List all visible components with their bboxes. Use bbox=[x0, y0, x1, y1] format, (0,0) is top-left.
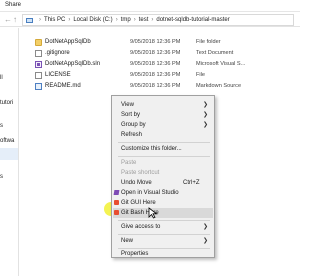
visual-studio-icon bbox=[113, 190, 120, 195]
chevron-right-icon: ❯ bbox=[202, 112, 208, 118]
menu-item-view[interactable]: View ❯ bbox=[113, 100, 213, 110]
menu-item-git-gui[interactable]: Git GUI Here bbox=[113, 198, 213, 208]
navigation-bar: ← ↑ › This PC › Local Disk (C:) › tmp › … bbox=[0, 13, 300, 27]
file-row[interactable]: README.md 9/05/2018 12:36 PM Markdown So… bbox=[20, 82, 300, 92]
markdown-icon bbox=[35, 83, 42, 90]
file-name: README.md bbox=[45, 83, 81, 89]
file-row[interactable]: LICENSE 9/05/2018 12:36 PM File bbox=[20, 71, 300, 81]
nav-item-fragment[interactable]: s bbox=[0, 174, 3, 180]
navigation-pane: ll tutori s oftwa s bbox=[0, 28, 19, 276]
up-arrow-icon[interactable]: ↑ bbox=[13, 15, 17, 25]
file-type: Text Document bbox=[196, 50, 234, 56]
git-icon bbox=[114, 210, 119, 215]
menu-separator bbox=[118, 220, 210, 221]
ribbon: Share bbox=[0, 0, 300, 12]
menu-item-paste[interactable]: Paste bbox=[113, 158, 213, 168]
menu-item-sort-by[interactable]: Sort by ❯ bbox=[113, 110, 213, 120]
pointer-cursor-icon bbox=[148, 207, 158, 219]
nav-item-fragment[interactable]: s bbox=[0, 123, 3, 129]
chevron-right-icon: ❯ bbox=[202, 122, 208, 128]
file-type: Microsoft Visual S... bbox=[196, 61, 246, 67]
file-date: 9/05/2018 12:36 PM bbox=[130, 83, 181, 89]
menu-item-group-by[interactable]: Group by ❯ bbox=[113, 120, 213, 130]
file-icon bbox=[35, 50, 42, 57]
breadcrumb-current-folder[interactable]: dotnet-sqldb-tutorial-master bbox=[156, 17, 229, 23]
menu-item-new[interactable]: New ❯ bbox=[113, 236, 213, 246]
menu-item-give-access[interactable]: Give access to ❯ bbox=[113, 222, 213, 232]
menu-item-refresh[interactable]: Refresh bbox=[113, 130, 213, 140]
git-icon bbox=[114, 200, 119, 205]
file-name: LICENSE bbox=[45, 72, 71, 78]
breadcrumb-test[interactable]: test bbox=[139, 17, 149, 23]
file-type: File bbox=[196, 72, 206, 78]
chevron-right-icon: ❯ bbox=[202, 224, 208, 230]
nav-item-fragment[interactable]: oftwa bbox=[0, 138, 14, 144]
breadcrumb-tmp[interactable]: tmp bbox=[121, 17, 131, 23]
menu-item-customize[interactable]: Customize this folder... bbox=[113, 144, 213, 154]
back-arrow-icon[interactable]: ← bbox=[4, 15, 12, 25]
menu-separator bbox=[118, 156, 210, 157]
breadcrumb-local-disk[interactable]: Local Disk (C:) bbox=[73, 17, 112, 23]
file-date: 9/05/2018 12:36 PM bbox=[130, 72, 181, 78]
menu-item-undo-move[interactable]: Undo Move Ctrl+Z bbox=[113, 178, 213, 188]
file-row[interactable]: DotNetAppSqlDb 9/05/2018 12:36 PM File f… bbox=[20, 38, 300, 48]
file-name: DotNetAppSqlDb bbox=[45, 39, 91, 45]
shortcut-label: Ctrl+Z bbox=[183, 180, 200, 186]
file-row[interactable]: .gitignore 9/05/2018 12:36 PM Text Docum… bbox=[20, 49, 300, 59]
file-name: DotNetAppSqlDb.sln bbox=[45, 61, 101, 67]
tab-share[interactable]: Share bbox=[5, 2, 21, 8]
file-date: 9/05/2018 12:36 PM bbox=[130, 39, 181, 45]
solution-icon bbox=[35, 61, 42, 68]
breadcrumb-this-pc[interactable]: This PC bbox=[44, 17, 65, 23]
nav-item-fragment[interactable]: tutori bbox=[0, 100, 13, 106]
menu-item-properties[interactable]: Properties bbox=[113, 249, 213, 259]
file-type: Markdown Source bbox=[196, 83, 242, 89]
computer-icon bbox=[26, 17, 33, 23]
menu-separator bbox=[118, 142, 210, 143]
file-row[interactable]: DotNetAppSqlDb.sln 9/05/2018 12:36 PM Mi… bbox=[20, 60, 300, 70]
menu-item-paste-shortcut[interactable]: Paste shortcut bbox=[113, 168, 213, 178]
menu-separator bbox=[118, 234, 210, 235]
nav-item-fragment[interactable]: ll bbox=[0, 75, 3, 81]
address-bar[interactable]: › This PC › Local Disk (C:) › tmp › test… bbox=[22, 14, 294, 26]
file-date: 9/05/2018 12:36 PM bbox=[130, 50, 181, 56]
file-type: File folder bbox=[196, 39, 221, 45]
context-menu: View ❯ Sort by ❯ Group by ❯ Refresh Cust… bbox=[111, 95, 215, 258]
chevron-right-icon: ❯ bbox=[202, 102, 208, 108]
file-icon bbox=[35, 72, 42, 79]
chevron-right-icon: ❯ bbox=[202, 238, 208, 244]
menu-item-open-visual-studio[interactable]: Open in Visual Studio bbox=[113, 188, 213, 198]
menu-item-git-bash[interactable]: Git Bash Here bbox=[113, 208, 213, 218]
nav-item-selected[interactable] bbox=[0, 148, 18, 160]
file-name: .gitignore bbox=[45, 50, 70, 56]
file-date: 9/05/2018 12:36 PM bbox=[130, 61, 181, 67]
folder-icon bbox=[35, 39, 42, 46]
